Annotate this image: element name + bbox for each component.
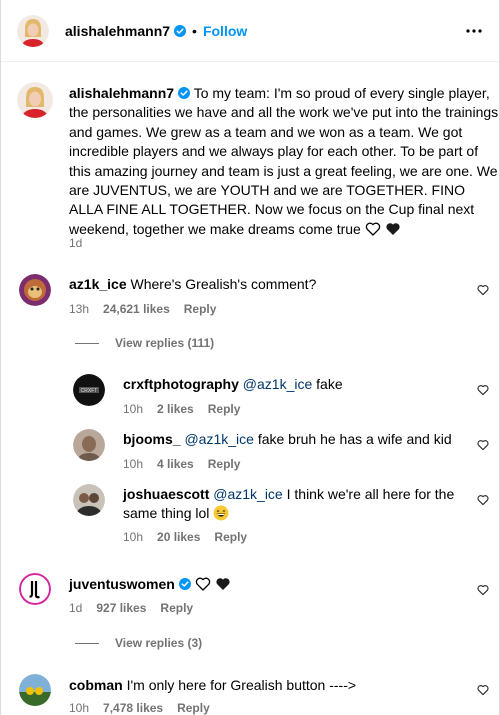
caption-body: To my team: I'm so proud of every single… bbox=[69, 85, 499, 237]
view-replies-rule bbox=[75, 342, 99, 344]
white-heart-emoji-icon bbox=[365, 222, 380, 236]
header-avatar[interactable] bbox=[17, 14, 49, 47]
reply-text-2: same thing lol bbox=[123, 505, 210, 521]
reply-mention[interactable]: @az1k_ice bbox=[184, 431, 253, 447]
reply-username[interactable]: crxftphotography bbox=[123, 376, 239, 392]
svg-text:CRXFT: CRXFT bbox=[81, 388, 98, 394]
comment-username[interactable]: juventuswomen bbox=[69, 576, 175, 592]
comment-time[interactable]: 13h bbox=[69, 302, 89, 316]
reply-meta: 10h 20 likes Reply bbox=[123, 530, 247, 544]
reply-mention[interactable]: @az1k_ice bbox=[213, 486, 282, 502]
view-replies-label: View replies (111) bbox=[115, 336, 215, 350]
caption-text: alishalehmann7 To my team: I'm so proud … bbox=[69, 84, 499, 239]
comment-time[interactable]: 1d bbox=[69, 601, 82, 615]
reply-meta: 10h 2 likes Reply bbox=[123, 402, 240, 416]
reply-line: joshuaescott @az1k_ice I think we're all… bbox=[123, 485, 454, 504]
reply-avatar[interactable]: CRXFT bbox=[73, 374, 105, 406]
comment-username[interactable]: cobman bbox=[69, 677, 123, 693]
view-replies-rule bbox=[75, 642, 99, 644]
black-heart-emoji-icon bbox=[385, 223, 400, 235]
reply-text: fake bbox=[316, 376, 343, 392]
comment-avatar[interactable] bbox=[19, 674, 51, 706]
like-heart-icon[interactable] bbox=[477, 584, 489, 596]
comment-time[interactable]: 10h bbox=[69, 701, 89, 715]
more-options-icon[interactable] bbox=[465, 22, 483, 40]
caption-meta: 1d bbox=[69, 236, 82, 250]
comment-text: Where's Grealish's comment? bbox=[130, 276, 317, 292]
black-heart-emoji-icon bbox=[215, 578, 230, 590]
view-replies-button[interactable]: View replies (111) bbox=[75, 336, 214, 350]
comment-line: az1k_ice Where's Grealish's comment? bbox=[69, 275, 316, 294]
reply-time[interactable]: 10h bbox=[123, 530, 143, 544]
reply-button[interactable]: Reply bbox=[208, 457, 241, 471]
view-replies-button[interactable]: View replies (3) bbox=[75, 636, 202, 650]
like-heart-icon[interactable] bbox=[477, 384, 489, 396]
reply-mention[interactable]: @az1k_ice bbox=[243, 376, 312, 392]
reply-text: fake bruh he has a wife and kid bbox=[257, 431, 452, 447]
post-comments-panel: alishalehmann7 • Follow alishalehmann7 T… bbox=[0, 0, 500, 715]
comment-username[interactable]: az1k_ice bbox=[69, 276, 127, 292]
grinning-face-emoji-icon bbox=[213, 505, 229, 521]
reply-button[interactable]: Reply bbox=[184, 302, 217, 316]
reply-likes[interactable]: 20 likes bbox=[157, 530, 200, 544]
reply-line-2: same thing lol bbox=[123, 504, 229, 523]
reply-username[interactable]: bjooms_ bbox=[123, 431, 181, 447]
follow-button[interactable]: Follow bbox=[203, 23, 247, 39]
comment-avatar[interactable] bbox=[19, 274, 51, 306]
reply-text: I think we're all here for the bbox=[286, 486, 455, 502]
comment-meta: 1d 927 likes Reply bbox=[69, 601, 193, 615]
white-heart-emoji-icon bbox=[195, 577, 210, 591]
comment-line: juventuswomen bbox=[69, 575, 231, 594]
reply-likes[interactable]: 4 likes bbox=[157, 457, 194, 471]
reply-username[interactable]: joshuaescott bbox=[123, 486, 209, 502]
comment-item: cobman I'm only here for Grealish button… bbox=[1, 674, 499, 715]
reply-item: joshuaescott @az1k_ice I think we're all… bbox=[1, 482, 499, 548]
reply-button[interactable]: Reply bbox=[177, 701, 210, 715]
like-heart-icon[interactable] bbox=[477, 684, 489, 696]
caption-time[interactable]: 1d bbox=[69, 236, 82, 250]
header-separator: • bbox=[192, 22, 197, 39]
reply-likes[interactable]: 2 likes bbox=[157, 402, 194, 416]
reply-button[interactable]: Reply bbox=[160, 601, 193, 615]
like-heart-icon[interactable] bbox=[477, 284, 489, 296]
reply-line: crxftphotography @az1k_ice fake bbox=[123, 375, 343, 394]
like-heart-icon[interactable] bbox=[477, 494, 489, 506]
comment-item: az1k_ice Where's Grealish's comment? 13h… bbox=[1, 270, 499, 330]
caption-username[interactable]: alishalehmann7 bbox=[69, 85, 174, 101]
comment-likes[interactable]: 7,478 likes bbox=[103, 701, 163, 715]
comment-text: I'm only here for Grealish button ----> bbox=[126, 677, 357, 693]
comment-likes[interactable]: 927 likes bbox=[96, 601, 146, 615]
reply-line: bjooms_ @az1k_ice fake bruh he has a wif… bbox=[123, 430, 452, 449]
comment-item: juventuswomen 1d 927 likes Reply bbox=[1, 572, 499, 616]
reply-button[interactable]: Reply bbox=[214, 530, 247, 544]
comment-line: cobman I'm only here for Grealish button… bbox=[69, 676, 356, 695]
reply-time[interactable]: 10h bbox=[123, 457, 143, 471]
header-username[interactable]: alishalehmann7 bbox=[65, 23, 170, 39]
view-replies-label: View replies (3) bbox=[115, 636, 203, 650]
like-heart-icon[interactable] bbox=[477, 439, 489, 451]
comment-meta: 10h 7,478 likes Reply bbox=[69, 701, 210, 715]
verified-badge-icon bbox=[178, 578, 191, 590]
reply-item: bjooms_ @az1k_ice fake bruh he has a wif… bbox=[1, 427, 499, 477]
verified-badge-icon bbox=[178, 87, 191, 99]
comment-meta: 13h 24,621 likes Reply bbox=[69, 302, 216, 316]
verified-badge-icon bbox=[174, 24, 187, 37]
reply-avatar[interactable] bbox=[73, 429, 105, 461]
reply-time[interactable]: 10h bbox=[123, 402, 143, 416]
reply-item: CRXFT crxftphotography @az1k_ice fake 10… bbox=[1, 372, 499, 422]
comment-likes[interactable]: 24,621 likes bbox=[103, 302, 170, 316]
caption-avatar[interactable] bbox=[17, 82, 53, 118]
reply-meta: 10h 4 likes Reply bbox=[123, 457, 240, 471]
reply-button[interactable]: Reply bbox=[208, 402, 241, 416]
comment-avatar[interactable] bbox=[19, 573, 51, 605]
reply-avatar[interactable] bbox=[73, 484, 105, 516]
post-header: alishalehmann7 • Follow bbox=[1, 0, 499, 62]
